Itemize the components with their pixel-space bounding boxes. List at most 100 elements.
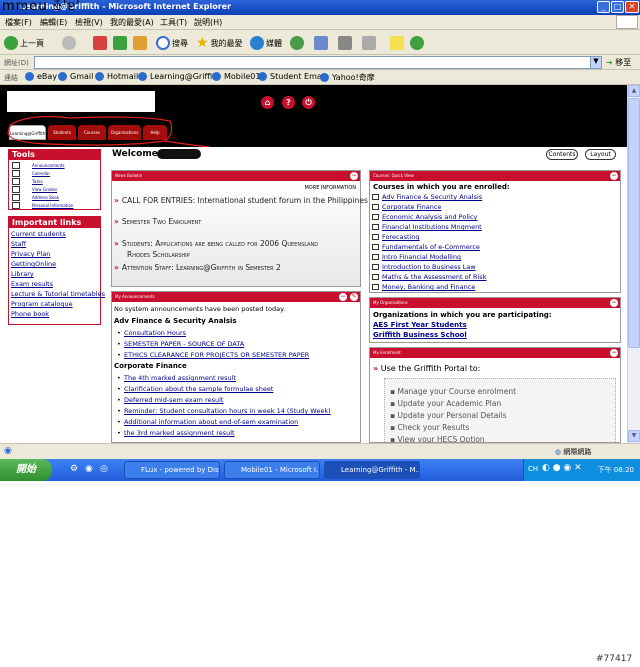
scroll-up-icon[interactable]: ▲ (628, 85, 640, 97)
mail-button[interactable] (314, 35, 330, 51)
menu-file[interactable]: 檔案(F) (5, 17, 32, 28)
link-ebay[interactable]: eBay (25, 72, 57, 81)
menu-help[interactable]: 說明(H) (194, 17, 222, 28)
link-timetables[interactable]: Lecture & Tutorial timetables (11, 290, 105, 298)
tool-calendar[interactable]: Calendar (12, 169, 50, 177)
link-yahoo[interactable]: Yahoo!奇摩 (320, 72, 375, 83)
language-indicator[interactable]: CH (528, 465, 538, 473)
portal-item[interactable]: ▪ Update your Academic Plan (390, 399, 501, 408)
go-button[interactable]: ➜ 移至 (606, 57, 631, 68)
news-item[interactable]: » Semester Two Enrolment (114, 217, 201, 226)
news-item[interactable]: » Students: Applications are being called… (114, 239, 318, 248)
announcement-link[interactable]: Clarification about the sample formulae … (117, 385, 273, 393)
tool-view-grades[interactable]: View Grades (12, 185, 57, 193)
collapse-icon[interactable]: − (350, 172, 358, 180)
portal-item[interactable]: ▪ View your HECS Option (390, 435, 485, 442)
link-privacy-plan[interactable]: Privacy Plan (11, 250, 50, 258)
link-phone-book[interactable]: Phone book (11, 310, 49, 318)
print-button[interactable] (338, 35, 354, 51)
course-link[interactable]: Fundamentals of e-Commerce (372, 243, 480, 251)
link-mobile01[interactable]: Mobile01 (212, 72, 260, 81)
messenger-button[interactable] (410, 35, 426, 51)
menu-favorites[interactable]: 我的最愛(A) (110, 17, 154, 28)
course-link[interactable]: Intro Financial Modelling (372, 253, 461, 261)
refresh-button[interactable] (113, 35, 129, 51)
tool-announcements[interactable]: Announcements (12, 161, 65, 169)
title-bar[interactable]: Learning@Griffith - Microsoft Internet E… (0, 0, 640, 15)
minimize-button[interactable]: _ (597, 1, 610, 13)
announcement-link[interactable]: ETHICS CLEARANCE FOR PROJECTS OR SEMESTE… (117, 351, 309, 359)
course-link[interactable]: Introduction to Business Law (372, 263, 476, 271)
quick-launch-icon[interactable]: ⚙ (70, 464, 78, 474)
announcement-link[interactable]: The 4th marked assignment result (117, 374, 236, 382)
link-library[interactable]: Library (11, 270, 34, 278)
quick-launch-icon[interactable]: ◎ (100, 464, 108, 474)
announcement-link[interactable]: Consultation Hours (117, 329, 186, 337)
organisation-link[interactable]: AES First Year Students (373, 321, 467, 329)
course-link[interactable]: Corporate Finance (372, 203, 441, 211)
link-hotmail[interactable]: Hotmail (95, 72, 138, 81)
course-link[interactable]: Adv Finance & Security Analsis (372, 193, 482, 201)
collapse-icon[interactable]: − (610, 172, 618, 180)
taskbar-item-flux[interactable]: FLux - powered by Dis... (124, 461, 220, 479)
forward-button[interactable] (62, 35, 78, 51)
organisation-link[interactable]: Griffith Business School (373, 331, 467, 339)
menu-edit[interactable]: 編輯(E) (40, 17, 67, 28)
portal-item[interactable]: ▪ Manage your Course enrolment (390, 387, 516, 396)
maximize-button[interactable]: □ (611, 1, 624, 13)
course-link[interactable]: Financial Institutions Mngment (372, 223, 482, 231)
tool-tasks[interactable]: Tasks (12, 177, 43, 185)
vertical-scrollbar[interactable]: ▲ ▼ (627, 85, 640, 443)
tool-address-book[interactable]: Address Book (12, 193, 59, 201)
back-button[interactable]: 上一頁 (4, 35, 44, 51)
collapse-icon[interactable]: − (610, 349, 618, 357)
portal-item[interactable]: ▪ Check your Results (390, 423, 469, 432)
course-link[interactable]: Economic Analysis and Policy (372, 213, 477, 221)
link-student-email[interactable]: Student Email (258, 72, 326, 81)
favorites-button[interactable]: ★ 我的最愛 (196, 35, 243, 51)
announcement-link[interactable]: Reminder: Student consultation hours in … (117, 407, 331, 415)
layout-button[interactable]: Layout (585, 149, 616, 160)
contents-button[interactable]: Contents (546, 149, 578, 160)
news-item-continued[interactable]: Rhodes Scholarship (127, 250, 190, 259)
portal-item[interactable]: ▪ Update your Personal Details (390, 411, 507, 420)
tool-personal-information[interactable]: Personal Information (12, 201, 73, 209)
menu-tools[interactable]: 工具(T) (160, 17, 187, 28)
course-link[interactable]: Money, Banking and Finance (372, 283, 475, 291)
history-button[interactable] (290, 35, 306, 51)
close-button[interactable]: ✕ (625, 1, 639, 13)
menu-view[interactable]: 檢視(V) (75, 17, 103, 28)
tray-icons[interactable]: ◐ ● ◉ ✕ (542, 463, 582, 473)
start-button[interactable]: 開始 (0, 459, 52, 481)
news-item[interactable]: » CALL FOR ENTRIES: International student… (114, 196, 368, 205)
edit-button[interactable] (362, 35, 378, 51)
address-input[interactable] (34, 56, 602, 69)
home-button[interactable] (133, 35, 149, 51)
announcement-link[interactable]: Deferred mid-sem exam result (117, 396, 224, 404)
course-link[interactable]: Maths & the Assessment of Risk (372, 273, 486, 281)
collapse-icon[interactable]: − (339, 293, 347, 301)
link-gmail[interactable]: Gmail (58, 72, 93, 81)
announcement-link[interactable]: the 3rd marked assignment result (117, 429, 235, 437)
notes-button[interactable] (390, 35, 406, 51)
announcement-link[interactable]: Additional information about end-of-sem … (117, 418, 298, 426)
quick-launch-icon[interactable]: ◉ (85, 464, 93, 474)
taskbar-item-mobile01[interactable]: Mobile01 - Microsoft I... (224, 461, 320, 479)
news-item[interactable]: » Attention Staff: Learning@Griffith in S… (114, 263, 281, 272)
link-current-students[interactable]: Current students (11, 230, 66, 238)
scroll-thumb[interactable] (628, 98, 640, 348)
edit-icon[interactable]: ✎ (350, 293, 358, 301)
link-exam-results[interactable]: Exam results (11, 280, 53, 288)
scroll-down-icon[interactable]: ▼ (628, 430, 640, 442)
address-dropdown-button[interactable]: ▼ (590, 56, 602, 69)
taskbar-item-learning-griffith[interactable]: Learning@Griffith - M... (324, 461, 420, 479)
media-button[interactable]: 媒體 (250, 35, 282, 51)
announcement-link[interactable]: SEMESTER PAPER - SOURCE OF DATA (117, 340, 244, 348)
course-link[interactable]: Forecasting (372, 233, 420, 241)
search-button[interactable]: 搜尋 (156, 35, 188, 51)
link-program-catalogue[interactable]: Program catalogue (11, 300, 73, 308)
link-getting-online[interactable]: GettingOnline (11, 260, 56, 268)
stop-button[interactable] (93, 35, 109, 51)
collapse-icon[interactable]: − (610, 299, 618, 307)
link-staff[interactable]: Staff (11, 240, 26, 248)
